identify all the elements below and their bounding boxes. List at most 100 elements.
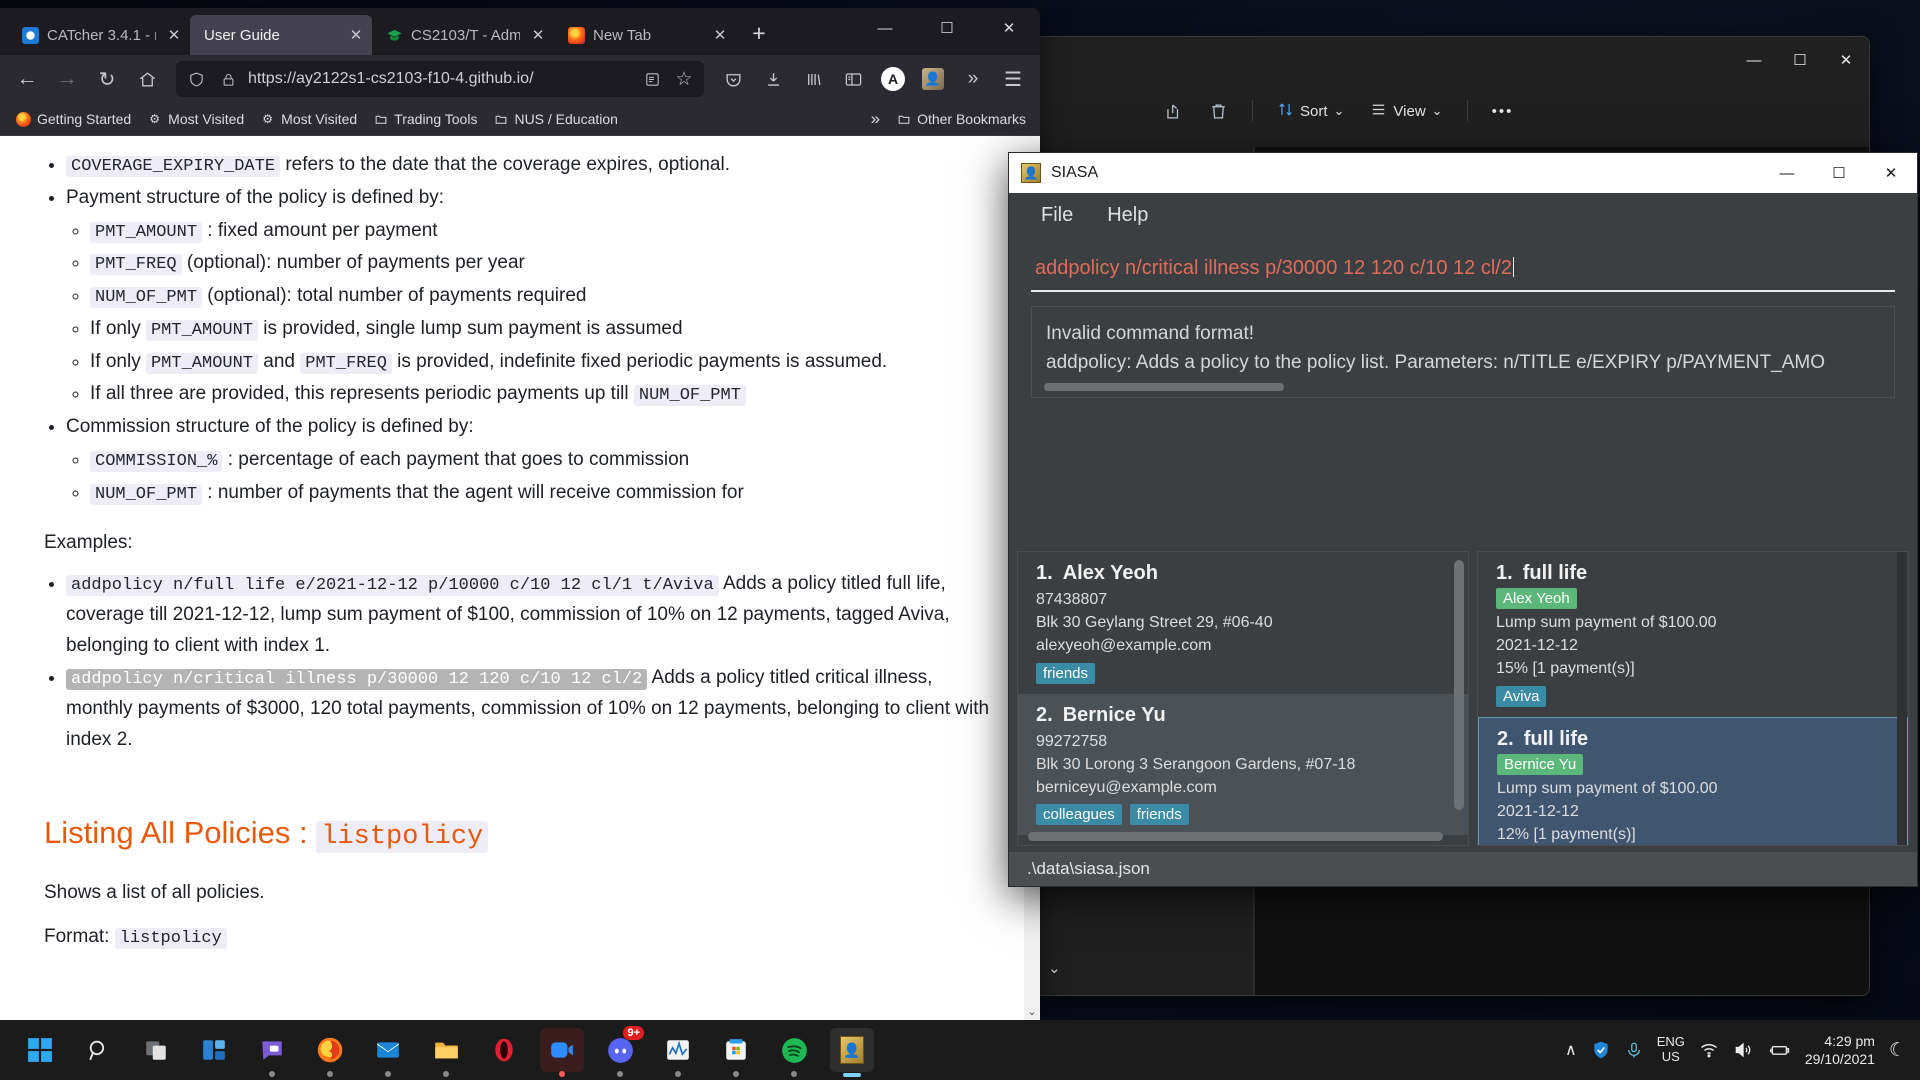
menu-file[interactable]: File — [1029, 200, 1085, 231]
browser-window-controls[interactable]: — ☐ ✕ — [854, 8, 1040, 48]
person-list-scrollbar[interactable] — [1454, 560, 1464, 810]
tab-user-guide[interactable]: User Guide ✕ — [190, 15, 372, 55]
forward-button[interactable]: → — [48, 62, 86, 96]
more-options-button[interactable]: ••• — [1482, 96, 1524, 127]
list-item[interactable]: 1. Alex Yeoh 87438807 Blk 30 Geylang Stre… — [1018, 552, 1468, 694]
download-icon[interactable] — [754, 62, 792, 96]
browser-maximize-button[interactable]: ☐ — [916, 8, 978, 48]
mail-icon[interactable] — [366, 1028, 410, 1077]
bookmark-nus-education[interactable]: NUS / Education — [487, 108, 624, 130]
tray-overflow-chevron-icon[interactable]: ∧ — [1565, 1040, 1577, 1060]
browser-close-button[interactable]: ✕ — [978, 8, 1040, 48]
siasa-window[interactable]: 👤 SIASA — ☐ ✕ File Help addpolicy n/crit… — [1008, 152, 1918, 887]
trash-icon[interactable] — [1199, 95, 1238, 128]
policy-list[interactable]: 1. full life Alex Yeoh Lump sum payment o… — [1478, 552, 1908, 845]
microsoft-store-icon[interactable] — [714, 1028, 758, 1077]
bookmarks-overflow-button[interactable]: » — [871, 109, 880, 129]
siasa-close-button[interactable]: ✕ — [1865, 153, 1917, 193]
scrollbar-thumb[interactable] — [1044, 383, 1284, 391]
task-manager-icon[interactable] — [656, 1028, 700, 1077]
home-button[interactable] — [128, 62, 166, 96]
menu-help[interactable]: Help — [1095, 200, 1160, 231]
sort-button[interactable]: Sort ⌄ — [1267, 94, 1354, 129]
shield-icon[interactable] — [1591, 1040, 1611, 1060]
browser-minimize-button[interactable]: — — [854, 8, 916, 48]
browser-tab-bar[interactable]: CATcher 3.4.1 - n ✕ User Guide ✕ CS2103/… — [0, 8, 1040, 55]
tab-catcher[interactable]: CATcher 3.4.1 - n ✕ — [8, 15, 190, 55]
bookmark-other-bookmarks[interactable]: Other Bookmarks — [890, 108, 1032, 130]
chat-teams-icon[interactable] — [250, 1028, 294, 1077]
share-icon[interactable] — [1154, 95, 1193, 128]
person-list[interactable]: 1. Alex Yeoh 87438807 Blk 30 Geylang Stre… — [1018, 552, 1468, 845]
command-input[interactable]: addpolicy n/critical illness p/30000 12 … — [1031, 251, 1895, 292]
chevron-down-icon[interactable]: ⌄ — [1048, 959, 1061, 977]
reload-button[interactable]: ↻ — [88, 62, 126, 96]
close-icon[interactable]: ✕ — [710, 25, 730, 45]
web-page-content[interactable]: COVERAGE_EXPIRY_DATE refers to the date … — [0, 136, 1040, 1020]
tab-cs2103[interactable]: CS2103/T - Adm ✕ — [372, 15, 554, 55]
account-avatar[interactable]: A — [874, 62, 912, 96]
policy-list-panel[interactable]: 1. full life Alex Yeoh Lump sum payment o… — [1477, 551, 1909, 846]
search-icon[interactable] — [76, 1028, 120, 1072]
toolbar-overflow-button[interactable]: » — [954, 62, 992, 96]
library-icon[interactable] — [794, 62, 832, 96]
close-icon[interactable]: ✕ — [528, 25, 548, 45]
firefox-window[interactable]: CATcher 3.4.1 - n ✕ User Guide ✕ CS2103/… — [0, 8, 1040, 1020]
back-button[interactable]: ← — [8, 62, 46, 96]
url-text[interactable]: https://ay2122s1-cs2103-f10-4.github.io/ — [248, 70, 632, 88]
siasa-menu-bar[interactable]: File Help — [1009, 193, 1917, 237]
explorer-titlebar[interactable]: — ☐ ✕ — [1034, 37, 1869, 83]
siasa-maximize-button[interactable]: ☐ — [1813, 153, 1865, 193]
list-item[interactable]: 1. full life Alex Yeoh Lump sum payment o… — [1478, 552, 1908, 717]
bookmark-most-visited-1[interactable]: ⚙ Most Visited — [141, 108, 250, 130]
command-input-wrapper[interactable]: addpolicy n/critical illness p/30000 12 … — [1009, 237, 1917, 292]
close-icon[interactable]: ✕ — [164, 25, 184, 45]
person-list-horizontal-scrollbar[interactable] — [1028, 832, 1443, 841]
wifi-icon[interactable] — [1699, 1040, 1719, 1060]
close-icon[interactable]: ✕ — [346, 25, 366, 45]
siasa-minimize-button[interactable]: — — [1761, 153, 1813, 193]
siasa-titlebar[interactable]: 👤 SIASA — ☐ ✕ — [1009, 153, 1917, 193]
explorer-close-button[interactable]: ✕ — [1823, 40, 1869, 80]
taskbar-apps[interactable]: 9+ 👤 — [18, 1026, 874, 1077]
spotify-icon[interactable] — [772, 1028, 816, 1077]
list-item[interactable]: 2. Bernice Yu 99272758 Blk 30 Lorong 3 Se… — [1018, 693, 1468, 836]
zoom-icon[interactable] — [540, 1028, 584, 1077]
siasa-app-icon[interactable]: 👤 — [830, 1028, 874, 1077]
extension-icon[interactable]: 👤 — [914, 62, 952, 96]
language-indicator[interactable]: ENG US — [1657, 1034, 1685, 1065]
explorer-toolbar[interactable]: Sort ⌄ View ⌄ ••• — [1034, 83, 1869, 139]
policy-list-scroll-rail[interactable] — [1897, 552, 1907, 845]
firefox-icon[interactable] — [308, 1028, 352, 1077]
speaker-icon[interactable] — [1733, 1040, 1753, 1060]
bookmark-getting-started[interactable]: Getting Started — [10, 108, 137, 130]
person-list-panel[interactable]: 1. Alex Yeoh 87438807 Blk 30 Geylang Stre… — [1017, 551, 1469, 846]
new-tab-button[interactable]: + — [742, 17, 776, 51]
explorer-maximize-button[interactable]: ☐ — [1777, 40, 1823, 80]
tab-new-tab[interactable]: New Tab ✕ — [554, 15, 736, 55]
taskbar[interactable]: 9+ 👤 ∧ ENG US 4:29 pm 29/10/2021 ☾ — [0, 1020, 1920, 1080]
view-button[interactable]: View ⌄ — [1360, 94, 1452, 129]
file-explorer-icon[interactable] — [424, 1028, 468, 1077]
battery-charging-icon[interactable] — [1767, 1040, 1791, 1060]
opera-gx-icon[interactable] — [482, 1028, 526, 1072]
lock-icon[interactable] — [216, 67, 240, 91]
bookmark-trading-tools[interactable]: Trading Tools — [367, 108, 483, 130]
address-bar[interactable]: https://ay2122s1-cs2103-f10-4.github.io/… — [176, 61, 704, 97]
bookmark-most-visited-2[interactable]: ⚙ Most Visited — [254, 108, 363, 130]
scroll-down-arrow-icon[interactable]: ⌄ — [1024, 1002, 1040, 1020]
widgets-icon[interactable] — [192, 1028, 236, 1072]
pocket-icon[interactable] — [714, 62, 752, 96]
discord-icon[interactable]: 9+ — [598, 1026, 644, 1077]
result-horizontal-scrollbar[interactable] — [1044, 383, 1894, 391]
bookmarks-right-group[interactable]: » Other Bookmarks — [871, 108, 1032, 130]
list-item[interactable]: 2. full life Bernice Yu Lump sum payment … — [1478, 716, 1908, 845]
explorer-minimize-button[interactable]: — — [1731, 40, 1777, 80]
microphone-icon[interactable] — [1625, 1041, 1643, 1059]
bookmarks-bar[interactable]: Getting Started ⚙ Most Visited ⚙ Most Vi… — [0, 103, 1040, 136]
shield-icon[interactable] — [184, 67, 208, 91]
browser-nav-bar[interactable]: ← → ↻ https://ay2122s1-cs2103-f10-4.gith… — [0, 55, 1040, 103]
result-display-box[interactable]: Invalid command format! addpolicy: Adds … — [1031, 306, 1895, 398]
clock[interactable]: 4:29 pm 29/10/2021 — [1805, 1032, 1875, 1068]
reader-icon[interactable] — [640, 67, 664, 91]
